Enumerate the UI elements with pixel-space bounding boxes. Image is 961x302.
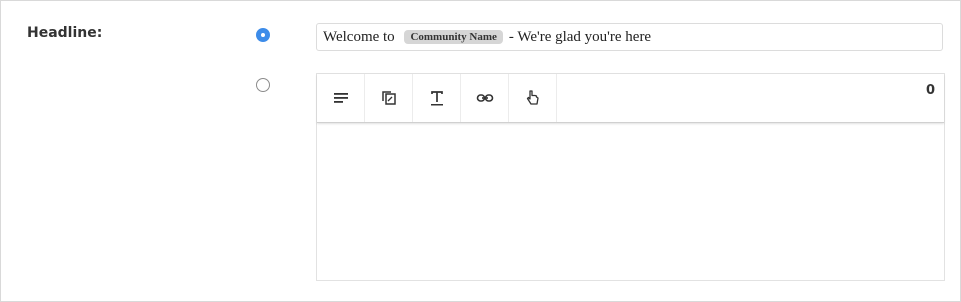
hand-pointer-icon <box>526 90 539 105</box>
text-format-button[interactable] <box>413 74 461 122</box>
headline-prefix: Welcome to <box>323 28 399 45</box>
text-format-icon <box>430 91 443 106</box>
copy-format-icon <box>381 91 396 105</box>
align-button[interactable] <box>317 74 365 122</box>
editor-toolbar <box>317 74 944 123</box>
link-button[interactable] <box>461 74 509 122</box>
editor-content-area[interactable] <box>317 123 944 280</box>
headline-setting-panel: Headline: Welcome to Community Name - We… <box>0 0 961 302</box>
hand-pointer-button[interactable] <box>509 74 557 122</box>
link-icon <box>476 94 493 102</box>
rich-text-editor[interactable]: 0 <box>316 73 945 281</box>
headline-text-field[interactable]: Welcome to Community Name - We're glad y… <box>316 23 943 51</box>
text-headline-radio[interactable] <box>256 28 270 42</box>
character-count: 0 <box>925 83 935 98</box>
rich-headline-radio[interactable] <box>256 78 270 92</box>
community-name-token[interactable]: Community Name <box>404 30 503 44</box>
headline-suffix: - We're glad you're here <box>508 28 652 45</box>
headline-label: Headline: <box>27 25 103 41</box>
copy-format-button[interactable] <box>365 74 413 122</box>
align-icon <box>333 93 348 103</box>
